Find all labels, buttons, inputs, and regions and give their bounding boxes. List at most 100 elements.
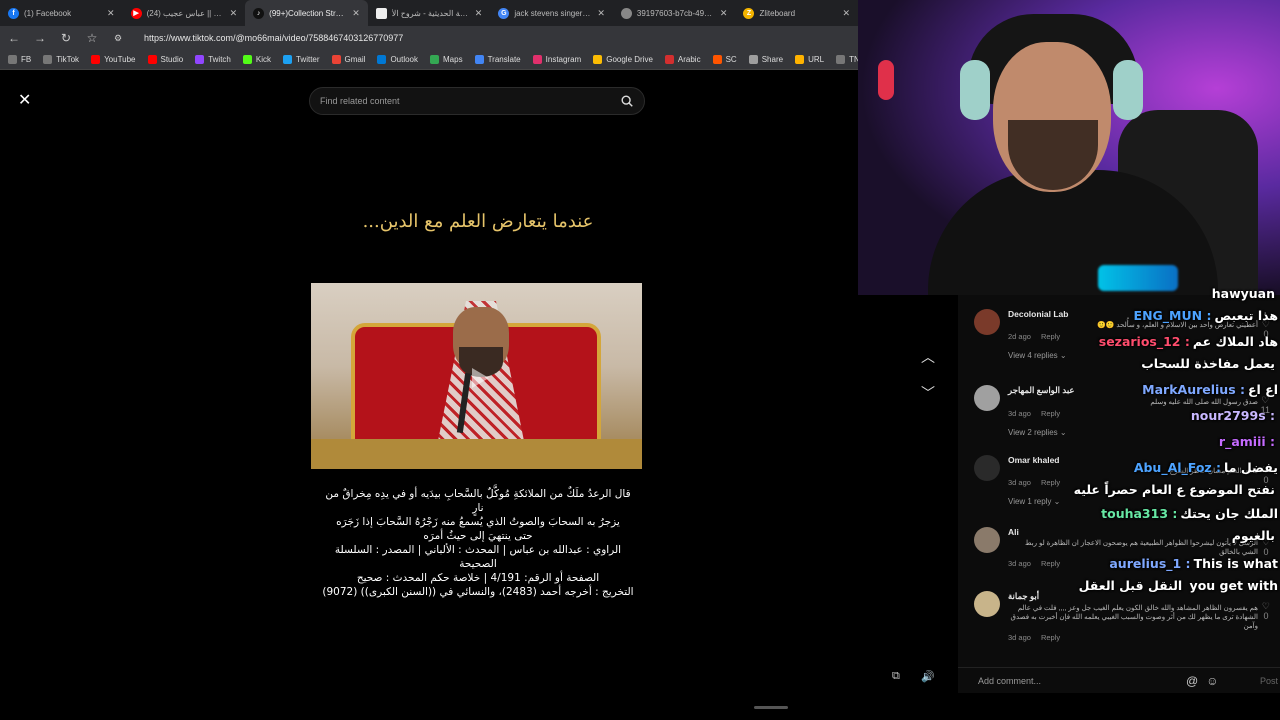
play-icon[interactable] (461, 361, 495, 395)
horizontal-scrollbar[interactable] (754, 706, 788, 709)
bookmark-6[interactable]: Twitter (282, 55, 320, 64)
bookmark-7[interactable]: Gmail (331, 55, 366, 64)
tab-close-icon[interactable]: ✕ (475, 8, 483, 19)
url-field[interactable]: https://www.tiktok.com/@mo66mai/video/75… (144, 33, 403, 43)
tab-close-icon[interactable]: ✕ (230, 8, 238, 19)
volume-icon[interactable]: 🔊 (921, 670, 935, 683)
bookmark-1[interactable]: TikTok (43, 55, 79, 64)
previous-video-button[interactable]: ︿ (915, 344, 941, 370)
bookmark-14[interactable]: SC (712, 55, 737, 64)
search-icon[interactable] (620, 94, 634, 108)
mention-icon[interactable]: @ (1186, 674, 1198, 688)
post-button[interactable]: Post (1260, 676, 1278, 686)
like-button[interactable]: ♡ 0 (1262, 601, 1270, 621)
bookmark-icon (91, 55, 101, 64)
reply-button[interactable]: Reply (1041, 478, 1060, 487)
view-replies-button[interactable]: View 1 reply ⌄ (1008, 497, 1258, 506)
bookmark-label: Studio (160, 55, 184, 64)
bookmark-2[interactable]: YouTube (91, 55, 136, 64)
chat-text: This is what (1193, 556, 1278, 571)
tab-close-icon[interactable]: ✕ (352, 8, 360, 19)
bookmark-icon (147, 55, 157, 64)
bookmark-star-icon[interactable]: ☆ (86, 31, 98, 45)
close-icon[interactable]: ✕ (18, 90, 31, 110)
pip-icon[interactable]: ⧉ (892, 670, 900, 683)
headphone-right (1113, 60, 1143, 120)
add-comment-input[interactable] (978, 675, 1178, 686)
comment-author[interactable]: Ali (1008, 527, 1258, 537)
video-frame[interactable] (311, 283, 642, 469)
avatar[interactable] (974, 385, 1000, 411)
reload-icon[interactable]: ↻ (60, 31, 72, 45)
tab-1[interactable]: ▶ (24) اجمل ساقي || عباس عجيب ✕ (123, 0, 246, 26)
emoji-icon[interactable]: ☺ (1206, 674, 1218, 688)
bookmark-9[interactable]: Maps (430, 55, 463, 64)
bookmark-17[interactable]: TN (836, 55, 860, 64)
search-bar[interactable] (309, 87, 645, 115)
chat-message: touha313 : الملك جان يحتك (1101, 506, 1278, 521)
reply-button[interactable]: Reply (1041, 633, 1060, 642)
tab-favicon-icon: ♪ (253, 7, 265, 19)
tab-title: (24) اجمل ساقي || عباس عجيب (146, 8, 225, 18)
back-icon[interactable]: ← (8, 31, 20, 45)
bookmark-icon (242, 55, 252, 64)
tab-6[interactable]: Z Zliteboard ✕ (735, 0, 858, 26)
avatar[interactable] (974, 309, 1000, 335)
bookmark-icon (664, 55, 674, 64)
bookmark-icon (795, 55, 805, 64)
chat-message: sezarios_12 : هاد الملاك عم (1099, 334, 1278, 349)
bookmark-13[interactable]: Arabic (664, 55, 701, 64)
search-input[interactable] (320, 96, 620, 106)
tab-4[interactable]: G jack stevens singer - Google ✕ (490, 0, 613, 26)
bookmark-label: Gmail (344, 55, 366, 64)
bookmark-11[interactable]: Instagram (532, 55, 581, 64)
chat-text: يعمل مفاخذة للسحاب (1141, 356, 1275, 371)
reply-button[interactable]: Reply (1041, 332, 1060, 341)
desk-shape (311, 439, 642, 469)
bookmark-8[interactable]: Outlook (377, 55, 418, 64)
tab-close-icon[interactable]: ✕ (843, 8, 851, 19)
bookmark-5[interactable]: Kick (242, 55, 271, 64)
bookmark-label: Maps (443, 55, 463, 64)
bookmark-0[interactable]: FB (8, 55, 31, 64)
bookmark-15[interactable]: Share (748, 55, 783, 64)
bookmark-label: Google Drive (606, 55, 653, 64)
tab-favicon-icon (375, 7, 387, 19)
avatar[interactable] (974, 527, 1000, 553)
next-video-button[interactable]: ﹀ (915, 380, 941, 406)
tab-close-icon[interactable]: ✕ (597, 8, 605, 19)
avatar[interactable] (974, 455, 1000, 481)
bookmark-10[interactable]: Translate (474, 55, 521, 64)
video-viewer: ✕ عندما يتعارض العلم مع الدين... قال الر… (0, 71, 958, 705)
tab-favicon-icon: ▶ (130, 7, 142, 19)
forward-icon[interactable]: → (34, 31, 46, 45)
comment-text: الرسل لا يأتون ليشرحوا الظواهر الطبيعية … (1025, 540, 1258, 556)
bookmark-12[interactable]: Google Drive (593, 55, 653, 64)
tab-title: (1) Facebook (24, 8, 72, 18)
comment-text: صدق رسول الله صلى الله عليه وسلم (1150, 399, 1258, 406)
tab-close-icon[interactable]: ✕ (720, 8, 728, 19)
chat-username: aurelius_1 : (1109, 556, 1191, 571)
reply-button[interactable]: Reply (1041, 409, 1060, 418)
chat-message: you get with النقل قبل العقل (1079, 578, 1278, 593)
comment-text: هم يفسرون الظاهر المشاهد والله خالق الكو… (1010, 605, 1258, 630)
bookmark-4[interactable]: Twitch (195, 55, 231, 64)
avatar[interactable] (974, 591, 1000, 617)
reply-button[interactable]: Reply (1041, 559, 1060, 568)
bookmark-icon (43, 55, 53, 64)
tab-title: (99+)Collection Stream (269, 8, 348, 18)
tab-close-icon[interactable]: ✕ (107, 8, 115, 19)
add-comment-bar: @ ☺ Post (958, 667, 1280, 693)
tab-0[interactable]: f (1) Facebook ✕ (0, 0, 123, 26)
tab-2[interactable]: ♪ (99+)Collection Stream ✕ (245, 0, 368, 26)
video-player[interactable]: عندما يتعارض العلم مع الدين... قال الرعد… (300, 121, 656, 701)
bookmark-16[interactable]: URL (795, 55, 824, 64)
tab-3[interactable]: الموسوعة الحديثية - شروح الأ ✕ (368, 0, 491, 26)
bookmark-label: Twitter (295, 55, 320, 64)
site-info-icon[interactable]: ⚙ (112, 33, 124, 44)
tab-favicon-icon: Z (743, 7, 755, 19)
bookmark-3[interactable]: Studio (147, 55, 184, 64)
tab-5[interactable]: 39197603-b7cb-496e-8b98 ✕ (613, 0, 736, 26)
webcam-feed (858, 0, 1280, 295)
like-count: 0 (1263, 611, 1269, 621)
